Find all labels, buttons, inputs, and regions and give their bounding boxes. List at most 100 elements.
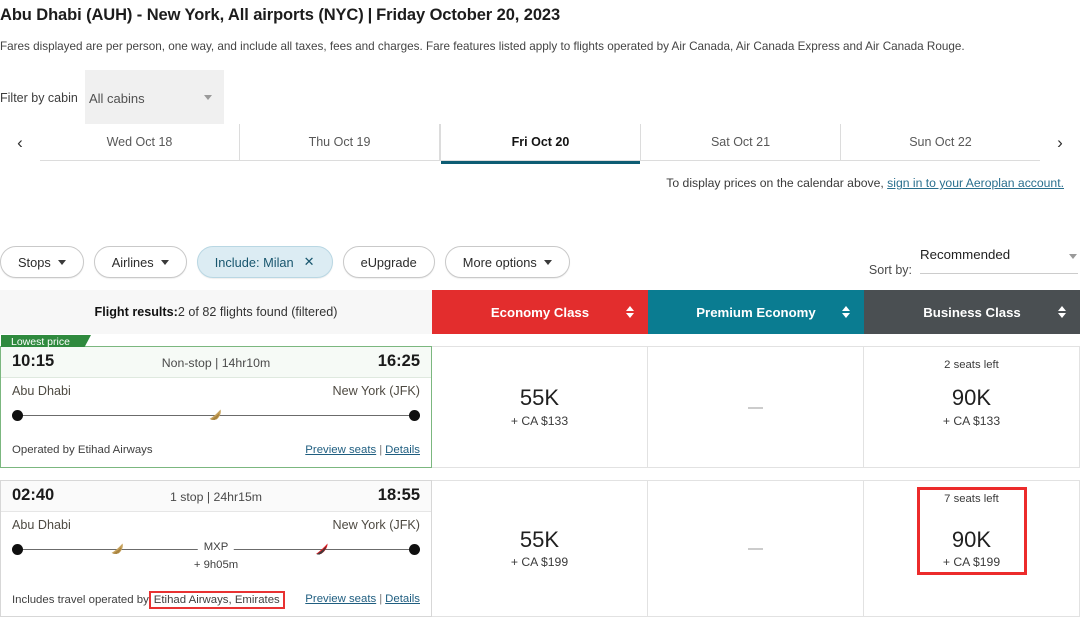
details-link[interactable]: Details xyxy=(385,444,420,456)
operated-by-highlight: Etihad Airways, Emirates xyxy=(148,591,285,609)
table-row: Lowest price 10:15 Non-stop | 14hr10m 16… xyxy=(0,334,1080,480)
price-cell-economy-1[interactable]: 55K + CA $133 xyxy=(432,346,648,468)
aeroplan-note-text: To display prices on the calendar above, xyxy=(666,176,888,190)
flight-path-track: MXP + 9h05m xyxy=(12,538,420,571)
price-cell-business-2[interactable]: 7 seats left 90K + CA $199 xyxy=(864,480,1080,617)
cabin-filter-label: Filter by cabin xyxy=(0,91,78,105)
date-tabs: Wed Oct 18 Thu Oct 19 Fri Oct 20 Sat Oct… xyxy=(40,124,1040,164)
origin-city: Abu Dhabi xyxy=(12,384,71,398)
airlines-filter-button[interactable]: Airlines xyxy=(93,246,187,278)
column-header-premium-label: Premium Economy xyxy=(696,304,816,320)
flight-cities: Abu Dhabi New York (JFK) xyxy=(1,378,431,404)
preview-seats-link[interactable]: Preview seats xyxy=(305,444,376,456)
flight-search-results-page: Abu Dhabi (AUH) - New York, All airports… xyxy=(0,0,1080,617)
emirates-plane-icon xyxy=(315,543,328,555)
airlines-filter-label: Airlines xyxy=(111,254,154,270)
column-header-business[interactable]: Business Class xyxy=(864,290,1080,334)
arrive-time: 16:25 xyxy=(377,352,420,370)
eupgrade-filter-button[interactable]: eUpgrade xyxy=(342,246,435,278)
chevron-down-icon xyxy=(204,95,212,100)
results-table-header: Flight results: 2 of 82 flights found (f… xyxy=(0,290,1080,334)
aeroplan-signin-link[interactable]: sign in to your Aeroplan account. xyxy=(887,176,1064,190)
destination-dot xyxy=(409,544,420,555)
date-tab-fri-oct-20[interactable]: Fri Oct 20 xyxy=(440,124,641,164)
depart-time: 10:15 xyxy=(12,352,55,370)
more-options-button[interactable]: More options xyxy=(444,246,570,278)
stops-filter-button[interactable]: Stops xyxy=(0,246,84,278)
destination-city: New York (JFK) xyxy=(332,518,420,532)
flight-card-1[interactable]: Lowest price 10:15 Non-stop | 14hr10m 16… xyxy=(0,335,432,468)
link-separator: | xyxy=(379,444,383,456)
route-destination: New York, All airports (NYC) xyxy=(146,6,364,24)
flight-results-label: Flight results: xyxy=(94,305,178,319)
origin-dot xyxy=(12,544,23,555)
sort-by-control: Sort by: Recommended xyxy=(869,247,1078,277)
preview-seats-link[interactable]: Preview seats xyxy=(305,593,376,605)
flight-footer: Operated by Etihad Airways Preview seats… xyxy=(1,444,431,461)
sort-by-value: Recommended xyxy=(920,247,1011,262)
origin-city: Abu Dhabi xyxy=(12,518,71,532)
sort-updown-icon[interactable] xyxy=(626,306,634,318)
table-row: 02:40 1 stop | 24hr15m 18:55 Abu Dhabi N… xyxy=(0,480,1080,617)
column-header-economy[interactable]: Economy Class xyxy=(432,290,648,334)
operated-by-text: Includes travel operated by xyxy=(12,594,149,606)
chevron-down-icon xyxy=(57,259,66,265)
cabin-filter-value: All cabins xyxy=(89,91,145,106)
chevron-right-icon[interactable]: › xyxy=(1040,124,1080,160)
cabin-filter-select[interactable]: All cabins xyxy=(85,70,224,124)
flight-footer: Includes travel operated by Etihad Airway… xyxy=(1,591,431,610)
sort-by-select[interactable]: Recommended xyxy=(920,247,1078,274)
arrive-time: 18:55 xyxy=(377,486,420,504)
price-cell-economy-2[interactable]: 55K + CA $199 xyxy=(432,480,648,617)
date-tab-sat-oct-21[interactable]: Sat Oct 21 xyxy=(641,124,841,160)
close-icon[interactable]: ✕ xyxy=(304,254,315,270)
chevron-down-icon xyxy=(160,259,169,265)
details-link[interactable]: Details xyxy=(385,593,420,605)
aeroplan-signin-note: To display prices on the calendar above,… xyxy=(666,176,1064,190)
chevron-down-icon xyxy=(1069,254,1077,259)
destination-city: New York (JFK) xyxy=(332,384,420,398)
price-cash: + CA $199 xyxy=(510,555,569,570)
layover-airport-code: MXP xyxy=(197,541,235,553)
date-tab-underline xyxy=(40,160,1040,161)
include-milan-filter-chip[interactable]: Include: Milan ✕ xyxy=(196,246,333,278)
stops-filter-label: Stops xyxy=(18,254,51,270)
flight-results-count: Flight results: 2 of 82 flights found (f… xyxy=(0,290,432,334)
etihad-plane-icon xyxy=(209,409,221,420)
chevron-down-icon xyxy=(543,259,552,265)
flight-links: Preview seats | Details xyxy=(305,444,420,456)
price-cell-business-1[interactable]: 2 seats left 90K + CA $133 xyxy=(864,346,1080,468)
include-milan-label: Include: Milan xyxy=(214,254,294,270)
column-header-business-label: Business Class xyxy=(923,304,1021,320)
eupgrade-label: eUpgrade xyxy=(360,254,417,270)
seats-left: 7 seats left xyxy=(944,493,999,505)
sort-updown-icon[interactable] xyxy=(1058,306,1066,318)
unavailable-dash: — xyxy=(748,398,763,416)
results-rows: Lowest price 10:15 Non-stop | 14hr10m 16… xyxy=(0,334,1080,617)
sort-updown-icon[interactable] xyxy=(842,306,850,318)
price-miles: 55K xyxy=(519,385,560,411)
date-tab-bar: ‹ Wed Oct 18 Thu Oct 19 Fri Oct 20 Sat O… xyxy=(0,124,1080,164)
chevron-left-icon[interactable]: ‹ xyxy=(0,124,40,160)
date-tab-wed-oct-18[interactable]: Wed Oct 18 xyxy=(40,124,240,160)
flight-time-bar: 10:15 Non-stop | 14hr10m 16:25 xyxy=(1,347,431,378)
seats-left: 2 seats left xyxy=(944,359,999,371)
flight-links: Preview seats | Details xyxy=(305,593,420,605)
price-cell-premium-2: — xyxy=(648,480,864,617)
flight-card-2[interactable]: 02:40 1 stop | 24hr15m 18:55 Abu Dhabi N… xyxy=(0,480,432,617)
stops-duration: Non-stop | 14hr10m xyxy=(161,356,271,370)
title-separator: | xyxy=(367,6,373,24)
price-miles: 90K xyxy=(951,385,992,411)
flight-cities: Abu Dhabi New York (JFK) xyxy=(1,512,431,538)
filter-chip-row: Stops Airlines Include: Milan ✕ eUpgrade… xyxy=(0,246,570,278)
flight-path-track xyxy=(12,404,420,428)
column-header-premium-economy[interactable]: Premium Economy xyxy=(648,290,864,334)
date-tab-thu-oct-19[interactable]: Thu Oct 19 xyxy=(240,124,440,160)
column-header-economy-label: Economy Class xyxy=(490,304,590,320)
date-tab-sun-oct-22[interactable]: Sun Oct 22 xyxy=(841,124,1040,160)
route-dash: - xyxy=(132,6,147,24)
fares-disclaimer: Fares displayed are per person, one way,… xyxy=(0,40,965,53)
stops-duration: 1 stop | 24hr15m xyxy=(169,490,263,504)
depart-time: 02:40 xyxy=(12,486,55,504)
operated-by-text: Operated by Etihad Airways xyxy=(12,444,153,456)
